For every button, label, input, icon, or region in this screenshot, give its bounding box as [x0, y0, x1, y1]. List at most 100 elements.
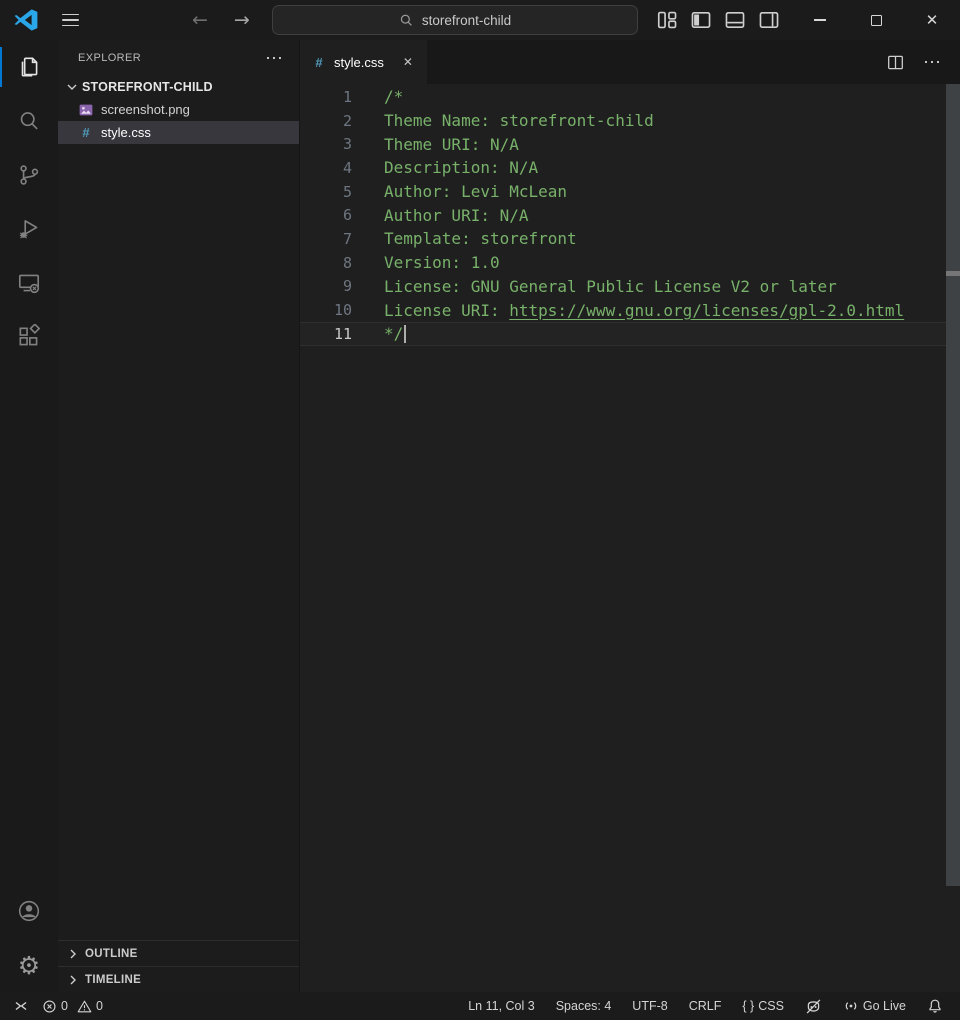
- minimize-icon: [814, 19, 826, 20]
- code-line[interactable]: 7 Template: storefront: [300, 227, 960, 251]
- folder-name: STOREFRONT-CHILD: [82, 80, 213, 94]
- outline-section-header[interactable]: OUTLINE: [58, 940, 299, 966]
- explorer-sidebar: EXPLORER ⋯ STOREFRONT-CHILD screens: [58, 40, 300, 992]
- code-text: Version: 1.0: [352, 253, 500, 272]
- css-file-icon: #: [311, 55, 327, 70]
- error-icon: [42, 999, 57, 1014]
- customize-layout-icon[interactable]: [656, 9, 678, 31]
- command-center-text: storefront-child: [422, 13, 511, 28]
- sidebar-header: EXPLORER ⋯: [58, 40, 299, 75]
- code-editor[interactable]: 1 /* 2 Theme Name: storefront-child 3 Th…: [300, 84, 960, 992]
- file-row-screenshot-png[interactable]: screenshot.png: [58, 98, 299, 121]
- file-name: screenshot.png: [101, 102, 190, 117]
- indentation-setting[interactable]: Spaces: 4: [552, 992, 616, 1020]
- line-number: 9: [300, 277, 352, 295]
- language-label: CSS: [758, 999, 784, 1013]
- tab-style-css[interactable]: # style.css ✕: [300, 40, 427, 84]
- status-bar-right: Ln 11, Col 3 Spaces: 4 UTF-8 CRLF { } CS…: [464, 992, 960, 1020]
- code-line[interactable]: 6 Author URI: N/A: [300, 203, 960, 227]
- minimize-button[interactable]: [792, 0, 848, 40]
- more-actions-icon[interactable]: ⋯: [919, 55, 945, 69]
- vscode-window: ← → storefront-child: [0, 0, 960, 1020]
- code-text: */: [352, 324, 406, 344]
- encoding-setting[interactable]: UTF-8: [628, 992, 671, 1020]
- status-bar: 0 0 Ln 11, Col 3 Spaces: 4 UTF-8 CRLF { …: [0, 992, 960, 1020]
- code-line[interactable]: 4 Description: N/A: [300, 156, 960, 180]
- timeline-label: TIMELINE: [85, 974, 141, 986]
- activity-source-control-button[interactable]: [0, 148, 58, 202]
- close-button[interactable]: ✕: [904, 0, 960, 40]
- activity-explorer-button[interactable]: [0, 40, 58, 94]
- outline-label: OUTLINE: [85, 948, 138, 960]
- code-line[interactable]: 3 Theme URI: N/A: [300, 132, 960, 156]
- account-button[interactable]: [0, 884, 58, 938]
- tab-bar: # style.css ✕ ⋯: [300, 40, 960, 84]
- error-count: 0: [61, 999, 68, 1013]
- code-text-prefix: */: [384, 324, 403, 343]
- remote-window-button[interactable]: [0, 992, 38, 1020]
- editor-group: # style.css ✕ ⋯ 1 /* 2: [300, 40, 960, 992]
- eol-setting[interactable]: CRLF: [685, 992, 726, 1020]
- line-number: 2: [300, 112, 352, 130]
- sidebar-title: EXPLORER: [78, 52, 141, 64]
- line-number: 11: [300, 325, 352, 343]
- activity-run-debug-button[interactable]: [0, 202, 58, 256]
- folder-row-storefront-child[interactable]: STOREFRONT-CHILD: [58, 75, 299, 98]
- activity-bar: ⚙: [0, 40, 58, 992]
- menu-icon[interactable]: [58, 10, 83, 31]
- css-file-icon: #: [78, 125, 94, 140]
- cursor-position[interactable]: Ln 11, Col 3: [464, 992, 538, 1020]
- line-number: 6: [300, 206, 352, 224]
- settings-button[interactable]: ⚙: [0, 938, 58, 992]
- back-arrow-icon[interactable]: ←: [185, 9, 215, 32]
- titlebar: ← → storefront-child: [0, 0, 960, 40]
- copilot-status-button[interactable]: [801, 992, 826, 1020]
- braces-icon: { }: [742, 999, 754, 1013]
- code-line[interactable]: 5 Author: Levi McLean: [300, 180, 960, 204]
- code-text: Theme URI: N/A: [352, 135, 519, 154]
- tab-label: style.css: [334, 55, 384, 70]
- search-icon: [399, 13, 414, 28]
- code-text: Theme Name: storefront-child: [352, 111, 654, 130]
- command-center-search[interactable]: storefront-child: [272, 5, 638, 35]
- code-text: Author URI: N/A: [352, 206, 529, 225]
- file-row-style-css[interactable]: # style.css: [58, 121, 299, 144]
- timeline-section-header[interactable]: TIMELINE: [58, 966, 299, 992]
- toggle-panel-icon[interactable]: [724, 9, 746, 31]
- files-icon: [16, 54, 42, 80]
- file-tree: STOREFRONT-CHILD screenshot.png # style.…: [58, 75, 299, 940]
- code-text-prefix: License URI:: [384, 301, 509, 320]
- extensions-icon: [16, 324, 42, 350]
- license-url-link[interactable]: https://www.gnu.org/licenses/gpl-2.0.htm…: [509, 301, 904, 320]
- text-cursor: [404, 325, 406, 343]
- explorer-more-actions-icon[interactable]: ⋯: [261, 51, 287, 65]
- account-icon: [16, 898, 42, 924]
- go-live-button[interactable]: Go Live: [839, 992, 910, 1020]
- code-line-current[interactable]: 11 */: [300, 322, 960, 346]
- chevron-right-icon: [65, 972, 81, 988]
- code-text: /*: [352, 87, 403, 106]
- close-tab-icon[interactable]: ✕: [400, 53, 416, 71]
- remote-explorer-icon: [16, 270, 42, 296]
- activity-extensions-button[interactable]: [0, 310, 58, 364]
- maximize-button[interactable]: [848, 0, 904, 40]
- bell-icon: [927, 998, 943, 1014]
- code-line[interactable]: 8 Version: 1.0: [300, 251, 960, 275]
- toggle-sidebar-left-icon[interactable]: [690, 9, 712, 31]
- toggle-sidebar-right-icon[interactable]: [758, 9, 780, 31]
- activity-search-button[interactable]: [0, 94, 58, 148]
- code-line[interactable]: 1 /*: [300, 85, 960, 109]
- broadcast-icon: [843, 998, 859, 1014]
- code-line[interactable]: 9 License: GNU General Public License V2…: [300, 275, 960, 299]
- code-line[interactable]: 10 License URI: https://www.gnu.org/lice…: [300, 298, 960, 322]
- line-number: 10: [300, 301, 352, 319]
- problems-button[interactable]: 0 0: [38, 992, 112, 1020]
- code-text: License: GNU General Public License V2 o…: [352, 277, 837, 296]
- forward-arrow-icon[interactable]: →: [227, 9, 257, 32]
- notifications-button[interactable]: [923, 992, 947, 1020]
- split-editor-icon[interactable]: [887, 54, 904, 71]
- editor-scrollbar[interactable]: [946, 84, 960, 886]
- code-line[interactable]: 2 Theme Name: storefront-child: [300, 109, 960, 133]
- language-mode[interactable]: { } CSS: [738, 992, 788, 1020]
- activity-remote-explorer-button[interactable]: [0, 256, 58, 310]
